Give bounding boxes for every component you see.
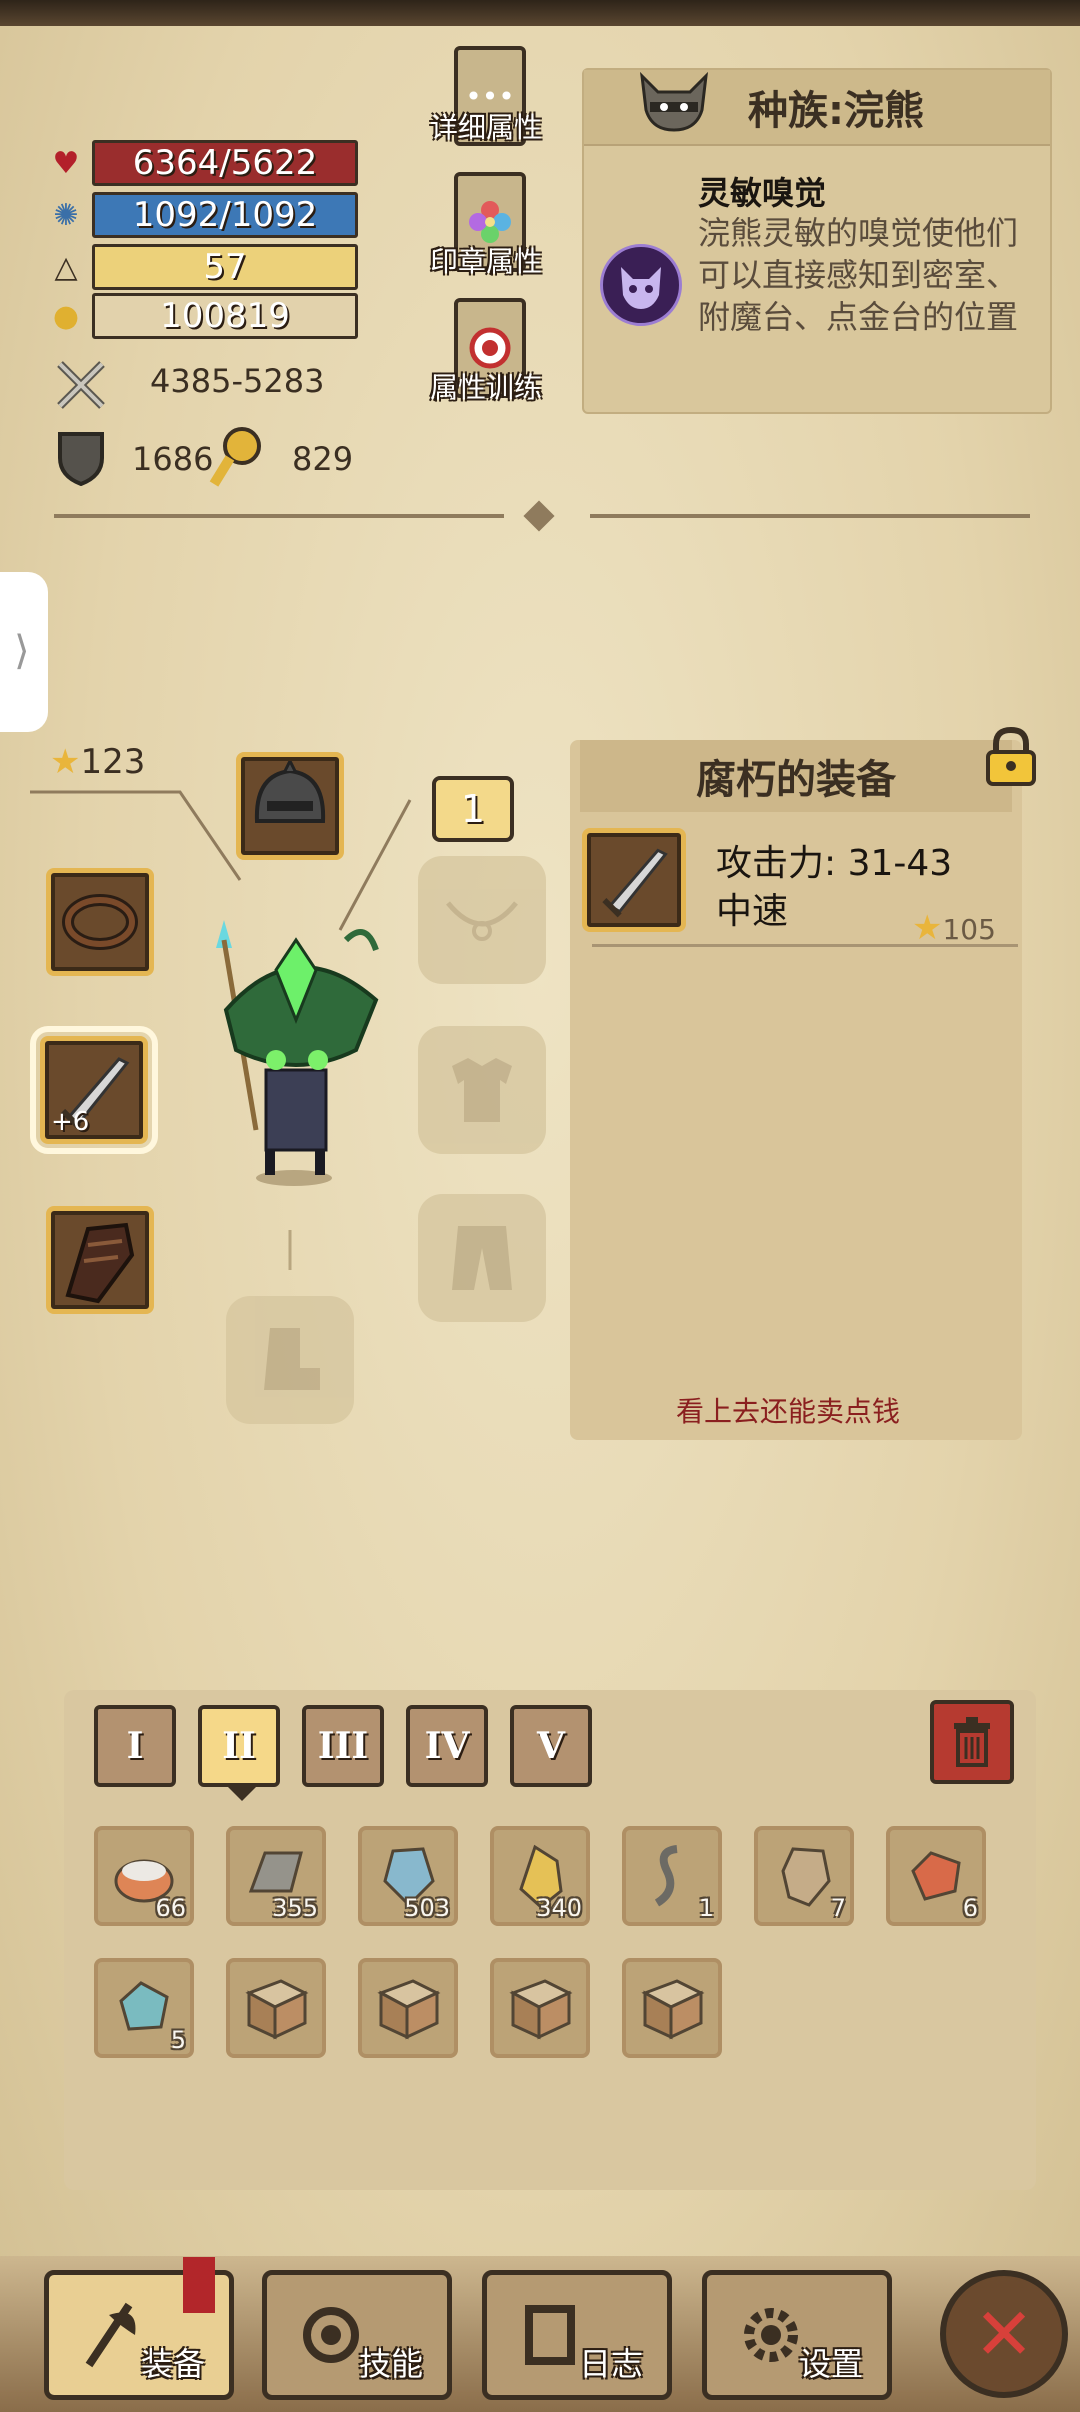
nav-log-label: 日志 xyxy=(579,2345,644,2383)
active-tab-pointer xyxy=(228,1787,256,1801)
necklace-icon xyxy=(446,901,518,941)
tier-tab-1[interactable]: I xyxy=(94,1705,176,1787)
book-icon xyxy=(245,1979,309,2040)
boots-slot[interactable] xyxy=(226,1296,354,1424)
pants-slot[interactable] xyxy=(418,1194,546,1322)
armor-icon xyxy=(452,1058,512,1122)
weapon-slot[interactable]: +6 xyxy=(30,1026,158,1154)
gloves-slot[interactable] xyxy=(46,1206,154,1314)
character-avatar xyxy=(196,900,396,1190)
item-count: 355 xyxy=(272,1894,318,1922)
ring-slot[interactable] xyxy=(46,868,154,976)
nav-equipment-label: 装备 xyxy=(141,2345,206,2383)
item-count: 6 xyxy=(962,1894,978,1922)
necklace-slot[interactable] xyxy=(418,856,546,984)
inventory-slot-7[interactable]: 6 xyxy=(886,1826,986,1926)
tier-tab-2[interactable]: II xyxy=(198,1705,280,1787)
inventory-slot-12[interactable] xyxy=(622,1958,722,2058)
inventory-slot-3[interactable]: 503 xyxy=(358,1826,458,1926)
book-icon xyxy=(641,1979,705,2040)
tier-tab-4[interactable]: IV xyxy=(406,1705,488,1787)
ring-counter[interactable]: 1 xyxy=(432,776,514,842)
trash-button[interactable] xyxy=(930,1700,1014,1784)
item-count: 503 xyxy=(404,1894,450,1922)
inventory-slot-2[interactable]: 355 xyxy=(226,1826,326,1926)
item-count: 1 xyxy=(698,1894,714,1922)
inventory-slot-8[interactable]: 5 xyxy=(94,1958,194,2058)
helmet-slot[interactable] xyxy=(236,752,344,860)
trash-icon xyxy=(954,1717,990,1767)
inventory-slot-5[interactable]: 1 xyxy=(622,1826,722,1926)
inventory-slot-4[interactable]: 340 xyxy=(490,1826,590,1926)
book-icon xyxy=(377,1979,441,2040)
bookmark-icon xyxy=(183,2257,215,2313)
red-gem-icon xyxy=(911,1851,961,1901)
nav-equipment[interactable]: 装备 xyxy=(44,2257,234,2400)
nav-log[interactable]: 日志 xyxy=(482,2270,672,2400)
bracer-icon xyxy=(65,1222,135,1304)
item-flavor-text: 看上去还能卖点钱 xyxy=(676,1395,901,1428)
inventory-slot-6[interactable]: 7 xyxy=(754,1826,854,1926)
pants-icon xyxy=(452,1226,512,1290)
nav-skills[interactable]: 技能 xyxy=(262,2270,452,2400)
star-icon: ★ xyxy=(912,908,943,948)
axe-icon xyxy=(85,2302,136,2368)
nav-skills-label: 技能 xyxy=(359,2345,424,2383)
inventory-slot-9[interactable] xyxy=(226,1958,326,2058)
ring-icon xyxy=(62,894,138,950)
close-button[interactable]: ✕ xyxy=(940,2270,1068,2398)
item-count: 66 xyxy=(155,1894,186,1922)
dagger-icon xyxy=(602,848,668,918)
ring-counter-value: 1 xyxy=(460,787,486,831)
item-count: 5 xyxy=(170,2026,186,2054)
item-attack: 攻击力: 31-43 xyxy=(716,843,953,884)
boots-icon xyxy=(264,1328,320,1390)
item-count: 7 xyxy=(830,1894,846,1922)
item-divider xyxy=(592,944,1018,947)
item-score: ★105 xyxy=(912,908,996,948)
inventory-slot-1[interactable]: 66 xyxy=(94,1826,194,1926)
armor-slot[interactable] xyxy=(418,1026,546,1154)
nav-settings-label: 设置 xyxy=(799,2345,864,2383)
close-icon: ✕ xyxy=(973,2292,1035,2376)
item-name: 腐朽的装备 xyxy=(580,740,1012,812)
serpent-icon xyxy=(654,1845,678,1907)
book-icon xyxy=(509,1979,573,2040)
gauntlet-icon xyxy=(781,1847,831,1907)
inventory-slot-11[interactable] xyxy=(490,1958,590,2058)
weapon-enhance-level: +6 xyxy=(51,1107,90,1137)
item-speed: 中速 xyxy=(716,891,789,932)
lock-icon[interactable] xyxy=(984,726,1038,786)
tier-tab-3[interactable]: III xyxy=(302,1705,384,1787)
item-count: 340 xyxy=(536,1894,582,1922)
selected-item-icon xyxy=(582,828,686,932)
nav-settings[interactable]: 设置 xyxy=(702,2270,892,2400)
tier-tab-5[interactable]: V xyxy=(510,1705,592,1787)
inventory-slot-10[interactable] xyxy=(358,1958,458,2058)
item-score-value: 105 xyxy=(942,913,996,946)
blue-gem-icon xyxy=(119,1981,169,2031)
helmet-icon xyxy=(254,761,326,823)
